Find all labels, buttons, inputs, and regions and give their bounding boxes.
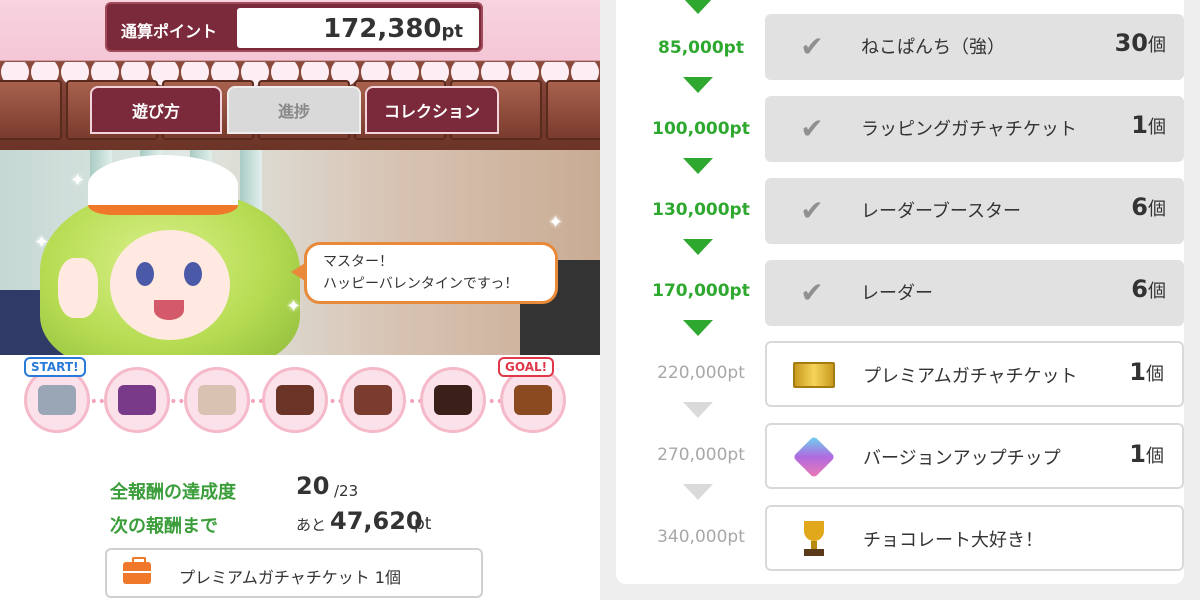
reward-item-qty: 6個	[1131, 275, 1166, 303]
arrow-down-icon	[683, 239, 713, 255]
character-face	[110, 230, 230, 340]
reward-list-panel: 85,000pt ✔ ねこぱんち（強） 30個 100,000pt ✔ ラッピン…	[600, 0, 1200, 600]
arrow-down-icon	[683, 484, 713, 500]
reward-item-name: プレミアムガチャチケット	[863, 366, 1078, 387]
reward-threshold: 130,000pt	[652, 200, 750, 220]
stage-track: START! GOAL!	[0, 355, 600, 450]
reward-item-name: バージョンアップチップ	[863, 448, 1061, 469]
character-hand	[58, 258, 98, 318]
next-reward-label: 次の報酬まで	[110, 516, 218, 537]
app-root: 通算ポイント 172,380pt 遊び方 進捗 コレクション ✦ ✦ ✦ ✦ マ…	[0, 0, 1200, 600]
total-points-panel: 通算ポイント 172,380pt	[105, 2, 483, 52]
reward-item-name: ねこぱんち（強）	[861, 37, 1005, 58]
sparkle-icon: ✦	[286, 296, 302, 317]
arrow-down-icon	[683, 77, 713, 93]
reward-threshold: 220,000pt	[657, 363, 745, 383]
sparkle-icon: ✦	[548, 212, 564, 233]
check-icon: ✔	[800, 111, 824, 145]
completion-value: 20	[296, 472, 330, 500]
chip-icon	[792, 435, 836, 479]
reward-threshold: 100,000pt	[652, 119, 750, 139]
reward-threshold: 85,000pt	[658, 38, 744, 58]
next-reward-points: 47,620	[330, 507, 423, 535]
tab-progress[interactable]: 進捗	[227, 86, 361, 134]
reward-threshold: 340,000pt	[657, 527, 745, 547]
reward-item-name: ラッピングガチャチケット	[861, 119, 1077, 140]
reward-item-qty: 30個	[1114, 29, 1166, 57]
reward-item-name: レーダーブースター	[861, 201, 1022, 222]
total-points-value: 172,380pt	[323, 14, 463, 44]
reward-item-qty: 1個	[1129, 440, 1164, 468]
arrow-down-icon	[683, 402, 713, 418]
reward-item-locked: プレミアムガチャチケット 1個	[765, 341, 1184, 407]
completion-label: 全報酬の達成度	[110, 482, 236, 503]
tab-how-to-play[interactable]: 遊び方	[90, 86, 222, 134]
trophy-icon	[793, 520, 835, 558]
bag-icon	[123, 557, 151, 584]
reward-item-qty: 1個	[1129, 358, 1164, 386]
character-hat	[88, 155, 238, 215]
bowl-icon	[184, 367, 250, 433]
next-reward-unit: pt	[414, 514, 432, 534]
wings-icon	[104, 367, 170, 433]
next-reward-text: プレミアムガチャチケット 1個	[179, 568, 401, 587]
check-icon: ✔	[800, 275, 824, 309]
speech-line-2: ハッピーバレンタインですっ！	[323, 276, 519, 292]
arrow-down-icon	[683, 0, 713, 14]
bitten-chocolate-icon	[340, 367, 406, 433]
start-flag: START!	[24, 357, 86, 377]
reward-item-completed: ✔ レーダー 6個	[765, 260, 1184, 326]
next-reward-box: プレミアムガチャチケット 1個	[105, 548, 483, 598]
next-reward-prefix: あと	[296, 516, 327, 534]
reward-item-locked: チョコレート大好き！	[765, 505, 1184, 571]
chocolate-cake-icon	[420, 367, 486, 433]
reward-item-completed: ✔ ラッピングガチャチケット 1個	[765, 96, 1184, 162]
speech-line-1: マスター！	[323, 254, 393, 270]
reward-item-qty: 6個	[1131, 193, 1166, 221]
arrow-down-icon	[683, 158, 713, 174]
reward-item-name: レーダー	[861, 283, 933, 304]
reward-list[interactable]: 85,000pt ✔ ねこぱんち（強） 30個 100,000pt ✔ ラッピン…	[616, 0, 1184, 584]
goal-flag: GOAL!	[498, 357, 555, 377]
total-points-label: 通算ポイント	[121, 22, 218, 41]
reward-item-name: チョコレート大好き！	[863, 530, 1043, 551]
completion-total: /23	[334, 482, 359, 500]
tab-collection[interactable]: コレクション	[365, 86, 499, 134]
sparkle-icon: ✦	[34, 232, 50, 253]
chocolate-hearts-icon	[262, 367, 328, 433]
total-points-field: 172,380pt	[237, 8, 479, 48]
reward-item-completed: ✔ ねこぱんち（強） 30個	[765, 14, 1184, 80]
reward-threshold: 270,000pt	[657, 445, 745, 465]
ticket-icon	[793, 356, 835, 394]
reward-item-completed: ✔ レーダーブースター 6個	[765, 178, 1184, 244]
reward-item-qty: 1個	[1131, 111, 1166, 139]
character-scene: ✦ ✦ ✦ ✦ マスター！ ハッピーバレンタインですっ！	[0, 150, 600, 355]
reward-item-locked: バージョンアップチップ 1個	[765, 423, 1184, 489]
event-panel: 通算ポイント 172,380pt 遊び方 進捗 コレクション ✦ ✦ ✦ ✦ マ…	[0, 0, 600, 600]
check-icon: ✔	[800, 29, 824, 63]
check-icon: ✔	[800, 193, 824, 227]
speech-bubble: マスター！ ハッピーバレンタインですっ！	[291, 242, 558, 304]
arrow-down-icon	[683, 320, 713, 336]
sparkle-icon: ✦	[70, 170, 86, 191]
reward-threshold: 170,000pt	[652, 281, 750, 301]
